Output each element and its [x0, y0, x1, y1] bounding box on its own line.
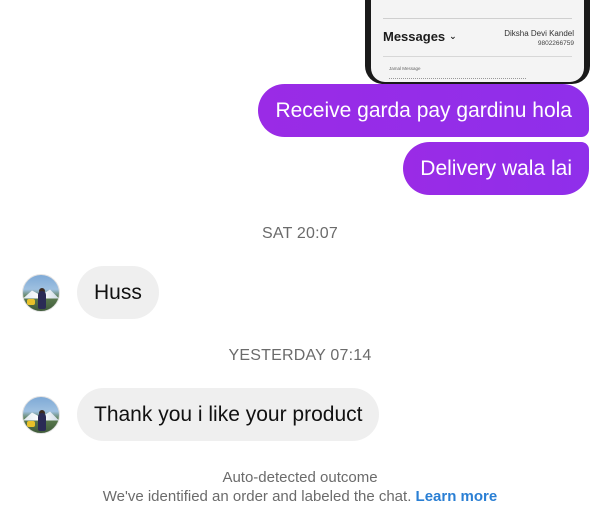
outgoing-message[interactable]: Receive garda pay gardinu hola	[258, 84, 589, 137]
incoming-message-row: Huss	[22, 266, 159, 319]
shared-image-preview: Messages ⌄ Diksha Devi Kandel 9802266759…	[371, 0, 584, 82]
message-timestamp: SAT 20:07	[262, 225, 338, 242]
outcome-title: Auto-detected outcome	[222, 469, 378, 486]
incoming-message[interactable]: Huss	[77, 266, 159, 319]
outgoing-message[interactable]: Delivery wala lai	[403, 142, 589, 195]
incoming-message-row: Thank you i like your product	[22, 388, 380, 441]
outcome-description-line: We've identified an order and labeled th…	[0, 487, 600, 506]
contact-avatar[interactable]	[22, 273, 60, 312]
shared-image-title-text: Messages	[383, 29, 446, 44]
shared-image-title: Messages ⌄	[383, 29, 457, 44]
auto-detected-outcome-notice: Auto-detected outcome We've identified a…	[0, 468, 600, 506]
divider	[383, 56, 572, 57]
contact-avatar[interactable]	[22, 395, 60, 434]
learn-more-link[interactable]: Learn more	[416, 488, 498, 505]
incoming-message[interactable]: Thank you i like your product	[77, 388, 380, 441]
divider	[389, 78, 526, 81]
outcome-description: We've identified an order and labeled th…	[102, 488, 412, 505]
divider	[383, 18, 572, 19]
shared-image-contact-phone: 9802266759	[537, 40, 574, 47]
shared-image-message[interactable]: Messages ⌄ Diksha Devi Kandel 9802266759…	[365, 0, 590, 84]
chevron-down-icon: ⌄	[449, 31, 457, 41]
shared-image-contact-name: Diksha Devi Kandel	[504, 29, 574, 38]
message-timestamp: YESTERDAY 07:14	[228, 347, 372, 364]
shared-image-caption: Jamal Message	[389, 66, 421, 71]
